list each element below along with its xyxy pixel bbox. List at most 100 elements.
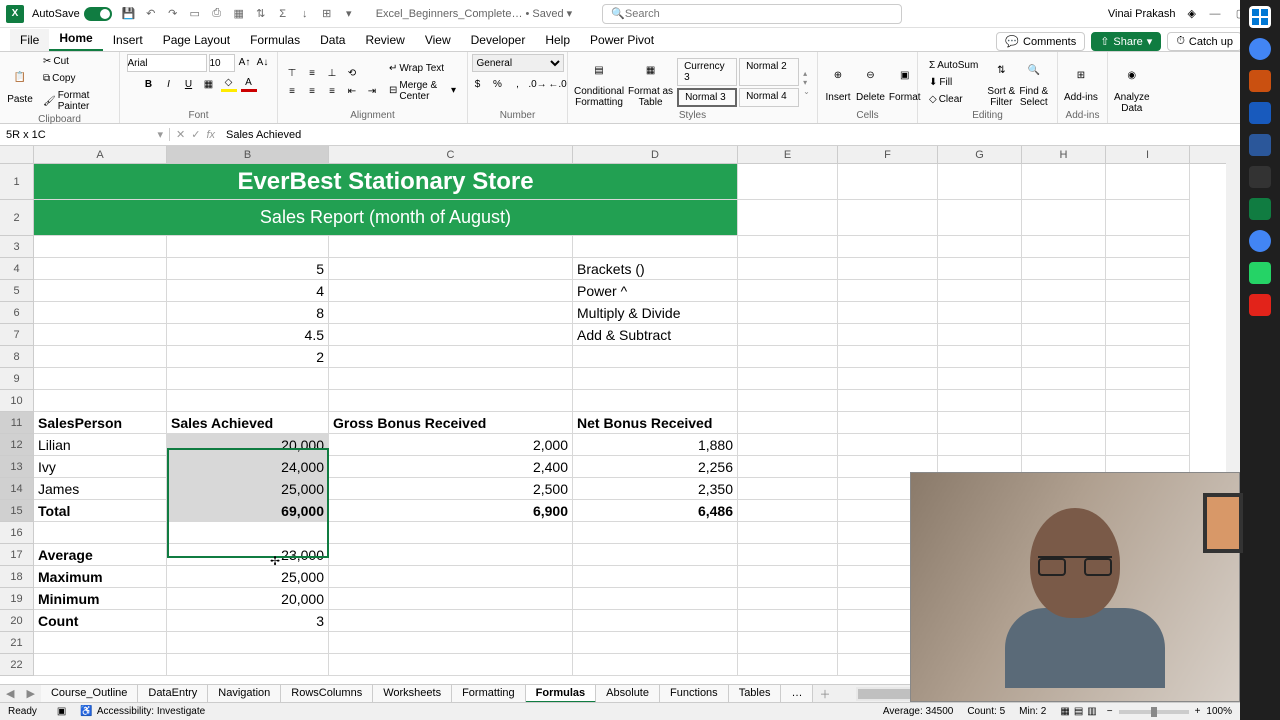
cell[interactable]	[738, 456, 838, 478]
orientation-icon[interactable]: ⟲	[344, 65, 360, 81]
cell[interactable]	[1022, 200, 1106, 236]
cell[interactable]	[1022, 434, 1106, 456]
cell[interactable]	[34, 324, 167, 346]
align-center-icon[interactable]: ≡	[304, 83, 320, 99]
cell[interactable]	[738, 412, 838, 434]
cell[interactable]	[838, 302, 938, 324]
cell[interactable]: Ivy	[34, 456, 167, 478]
cell[interactable]	[573, 522, 738, 544]
cell[interactable]	[1022, 346, 1106, 368]
sheet-tab[interactable]: Tables	[729, 685, 782, 703]
paste-icon[interactable]: 📋	[6, 64, 34, 92]
cell[interactable]	[938, 236, 1022, 258]
cell[interactable]	[167, 390, 329, 412]
sort-filter-icon[interactable]: ⇅	[987, 56, 1015, 84]
bold-icon[interactable]: B	[141, 76, 157, 92]
fill-button[interactable]: ⬇ Fill	[924, 75, 983, 90]
cell[interactable]	[1106, 324, 1190, 346]
word-icon[interactable]	[1249, 134, 1271, 156]
cell[interactable]: Total	[34, 500, 167, 522]
cell[interactable]: 25,000	[167, 478, 329, 500]
sheet-tab[interactable]: Formulas	[526, 685, 597, 703]
row-header[interactable]: 2	[0, 200, 34, 236]
tab-power-pivot[interactable]: Power Pivot	[580, 29, 664, 51]
cell[interactable]: 2,000	[329, 434, 573, 456]
cell[interactable]	[838, 390, 938, 412]
cell[interactable]	[838, 434, 938, 456]
autosum-button[interactable]: Σ AutoSum	[924, 58, 983, 73]
cell[interactable]: 4	[167, 280, 329, 302]
row-header[interactable]: 22	[0, 654, 34, 676]
cell[interactable]	[738, 522, 838, 544]
cell[interactable]	[1022, 164, 1106, 200]
cell[interactable]	[1106, 390, 1190, 412]
cell[interactable]	[329, 390, 573, 412]
col-header[interactable]: E	[738, 146, 838, 163]
cell[interactable]	[1106, 280, 1190, 302]
diamond-icon[interactable]: ◈	[1188, 7, 1196, 20]
row-header[interactable]: 14	[0, 478, 34, 500]
chevron-down-icon[interactable]: ▾	[157, 128, 163, 141]
delete-cells-icon[interactable]: ⊖	[856, 62, 884, 90]
tab-review[interactable]: Review	[355, 29, 414, 51]
app-icon[interactable]	[1249, 294, 1271, 316]
col-header[interactable]: B	[167, 146, 329, 163]
tab-view[interactable]: View	[415, 29, 461, 51]
col-header[interactable]: D	[573, 146, 738, 163]
qat-icon[interactable]: ⇅	[254, 7, 268, 21]
search-box[interactable]: 🔍	[602, 4, 902, 24]
decrease-decimal-icon[interactable]: ←.0	[550, 76, 566, 92]
app-icon[interactable]	[1249, 166, 1271, 188]
cell[interactable]	[838, 368, 938, 390]
row-header[interactable]: 11	[0, 412, 34, 434]
cell[interactable]: 3	[167, 610, 329, 632]
cell[interactable]: 2,500	[329, 478, 573, 500]
style-currency3[interactable]: Currency 3	[677, 58, 737, 86]
row-header[interactable]: 7	[0, 324, 34, 346]
cell[interactable]	[329, 610, 573, 632]
scroll-up-icon[interactable]: ▴	[803, 69, 810, 78]
cell[interactable]	[738, 236, 838, 258]
cell[interactable]	[738, 164, 838, 200]
row-header[interactable]: 20	[0, 610, 34, 632]
autosave-toggle[interactable]: AutoSave	[32, 7, 112, 21]
cell[interactable]	[1106, 236, 1190, 258]
currency-icon[interactable]: $	[470, 76, 486, 92]
cell[interactable]	[329, 654, 573, 676]
cell[interactable]: Sales Achieved	[167, 412, 329, 434]
cell[interactable]	[738, 654, 838, 676]
share-button[interactable]: ⇧ Share ▾	[1091, 32, 1161, 51]
analyze-data-icon[interactable]: ◉	[1118, 62, 1146, 90]
cell[interactable]	[1106, 412, 1190, 434]
font-size-select[interactable]	[209, 54, 235, 72]
sheet-tab[interactable]: Navigation	[208, 685, 281, 703]
cell[interactable]	[938, 390, 1022, 412]
cell[interactable]	[167, 368, 329, 390]
underline-icon[interactable]: U	[181, 76, 197, 92]
addins-icon[interactable]: ⊞	[1067, 62, 1095, 90]
whatsapp-icon[interactable]	[1249, 262, 1271, 284]
cell[interactable]	[573, 654, 738, 676]
cell[interactable]	[838, 324, 938, 346]
cell[interactable]	[838, 236, 938, 258]
cell[interactable]	[738, 434, 838, 456]
filename-label[interactable]: Excel_Beginners_Complete… • Saved ▾	[376, 7, 572, 20]
cell[interactable]	[329, 544, 573, 566]
enter-formula-icon[interactable]: ✓	[191, 128, 200, 141]
format-painter-button[interactable]: 🖌 Format Painter	[38, 88, 113, 114]
zoom-slider[interactable]	[1119, 710, 1189, 714]
cell[interactable]	[938, 346, 1022, 368]
cell[interactable]	[738, 588, 838, 610]
cell[interactable]	[938, 412, 1022, 434]
sheet-tab[interactable]: Formatting	[452, 685, 526, 703]
cell[interactable]	[1106, 164, 1190, 200]
row-header[interactable]: 3	[0, 236, 34, 258]
cell[interactable]	[167, 236, 329, 258]
toggle-on-icon[interactable]	[84, 7, 112, 21]
cell[interactable]	[329, 258, 573, 280]
row-header[interactable]: 17	[0, 544, 34, 566]
chrome-icon[interactable]	[1249, 38, 1271, 60]
tab-formulas[interactable]: Formulas	[240, 29, 310, 51]
cell[interactable]: Multiply & Divide	[573, 302, 738, 324]
row-header[interactable]: 4	[0, 258, 34, 280]
